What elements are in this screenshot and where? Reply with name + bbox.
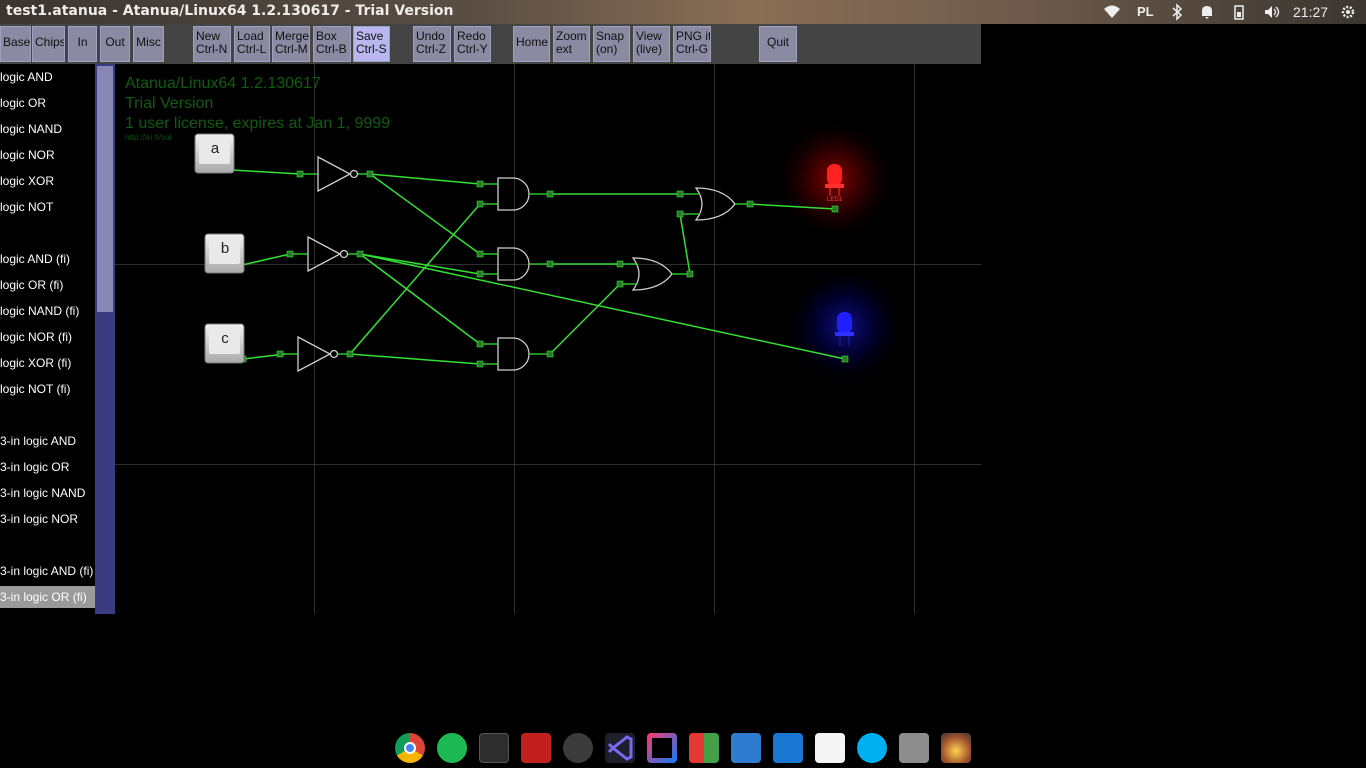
snap-button[interactable]: Snap (on) <box>593 26 630 62</box>
notification-bell-icon[interactable] <box>1199 3 1215 21</box>
list-item[interactable]: logic OR (fi) <box>0 274 95 296</box>
list-item[interactable]: logic AND <box>0 66 95 88</box>
app-icon[interactable] <box>521 733 551 763</box>
undo-button[interactable]: Undo Ctrl-Z <box>413 26 451 62</box>
list-item[interactable]: logic NAND (fi) <box>0 300 95 322</box>
keyboard-layout[interactable]: PL <box>1137 3 1154 21</box>
list-item[interactable]: logic XOR (fi) <box>0 352 95 374</box>
spotify-icon[interactable] <box>437 733 467 763</box>
zoom-button[interactable]: Zoom ext <box>553 26 590 62</box>
skype-icon[interactable] <box>857 733 887 763</box>
chips-button[interactable]: Chips <box>32 26 65 62</box>
list-item[interactable]: logic NOR (fi) <box>0 326 95 348</box>
base-button[interactable]: Base <box>0 26 31 62</box>
terminal-icon[interactable] <box>479 733 509 763</box>
bluetooth-icon[interactable] <box>1171 3 1183 21</box>
list-item[interactable]: 3-in logic AND <box>0 430 95 452</box>
list-item[interactable]: 3-in logic NAND <box>0 482 95 504</box>
list-item[interactable]: logic NOT (fi) <box>0 378 95 400</box>
and-gates <box>497 177 530 371</box>
png-button[interactable]: PNG it Ctrl-G <box>673 26 711 62</box>
list-item-selected[interactable]: 3-in logic OR (fi) <box>0 586 95 608</box>
led-label: LED1 <box>827 197 843 203</box>
home-button[interactable]: Home <box>513 26 550 62</box>
merge-button[interactable]: Merge Ctrl-M <box>272 26 310 62</box>
list-item[interactable]: logic NAND <box>0 118 95 140</box>
list-item[interactable]: logic AND (fi) <box>0 248 95 270</box>
settings-gear-icon[interactable] <box>1340 3 1356 21</box>
window-title: test1.atanua - Atanua/Linux64 1.2.130617… <box>6 3 454 19</box>
d-app-icon[interactable] <box>815 733 845 763</box>
box-button[interactable]: Box Ctrl-B <box>313 26 351 62</box>
trial-watermark: Atanua/Linux64 1.2.130617 Trial Version … <box>125 74 390 142</box>
component-list: logic AND logic OR logic NAND logic NOR … <box>0 64 95 614</box>
color-app-icon[interactable] <box>689 733 719 763</box>
watermark-license: 1 user license, expires at Jan 1, 9999 <box>125 115 391 132</box>
list-item[interactable]: logic NOT <box>0 196 95 218</box>
list-item[interactable]: 3-in logic OR <box>0 456 95 478</box>
map-app-icon[interactable] <box>731 733 761 763</box>
toolbar: Base Chips In Out Misc New Ctrl-N Load C… <box>0 24 981 64</box>
top-panel: test1.atanua - Atanua/Linux64 1.2.130617… <box>0 0 1366 24</box>
watermark-trial: Trial Version <box>125 95 214 112</box>
save-button[interactable]: Save Ctrl-S <box>353 26 390 62</box>
circuit-drawing <box>115 64 981 614</box>
quit-button[interactable]: Quit <box>759 26 797 62</box>
list-item[interactable]: logic XOR <box>0 170 95 192</box>
view-button[interactable]: View (live) <box>633 26 670 62</box>
new-button[interactable]: New Ctrl-N <box>193 26 231 62</box>
watermark-title: Atanua/Linux64 1.2.130617 <box>125 75 321 92</box>
list-item[interactable]: 3-in logic NOR <box>0 508 95 530</box>
dock <box>393 731 975 767</box>
list-item[interactable]: logic OR <box>0 92 95 114</box>
intellij-icon[interactable] <box>647 733 677 763</box>
clock[interactable]: 21:27 <box>1293 3 1328 21</box>
monitor-app-icon[interactable] <box>773 733 803 763</box>
list-item[interactable]: 3-in logic AND (fi) <box>0 560 95 582</box>
volume-icon[interactable] <box>1263 3 1281 21</box>
photo-app-icon[interactable] <box>941 733 971 763</box>
input-key-c-label: c <box>221 330 229 347</box>
chrome-icon[interactable] <box>395 733 425 763</box>
wifi-icon[interactable] <box>1103 3 1121 21</box>
misc-button[interactable]: Misc <box>133 26 164 62</box>
circuit-canvas[interactable]: a b c LED1 Atanua/Linux64 1.2.130617 Tri… <box>115 64 981 614</box>
visual-studio-code-icon[interactable] <box>605 733 635 763</box>
input-key-b-label: b <box>220 240 230 257</box>
out-button[interactable]: Out <box>100 26 130 62</box>
list-item[interactable]: logic NOR <box>0 144 95 166</box>
scrollbar-thumb[interactable] <box>97 66 113 312</box>
battery-icon[interactable] <box>1232 3 1246 21</box>
wires <box>214 168 846 365</box>
load-button[interactable]: Load Ctrl-L <box>234 26 270 62</box>
in-button[interactable]: In <box>68 26 97 62</box>
atom-icon[interactable] <box>563 733 593 763</box>
redo-button[interactable]: Redo Ctrl-Y <box>454 26 491 62</box>
watermark-url: http://iki.fi/sol <box>125 133 172 142</box>
component-sidebar: logic AND logic OR logic NAND logic NOR … <box>0 64 115 614</box>
files-icon[interactable] <box>899 733 929 763</box>
input-key-a-label: a <box>210 140 220 157</box>
